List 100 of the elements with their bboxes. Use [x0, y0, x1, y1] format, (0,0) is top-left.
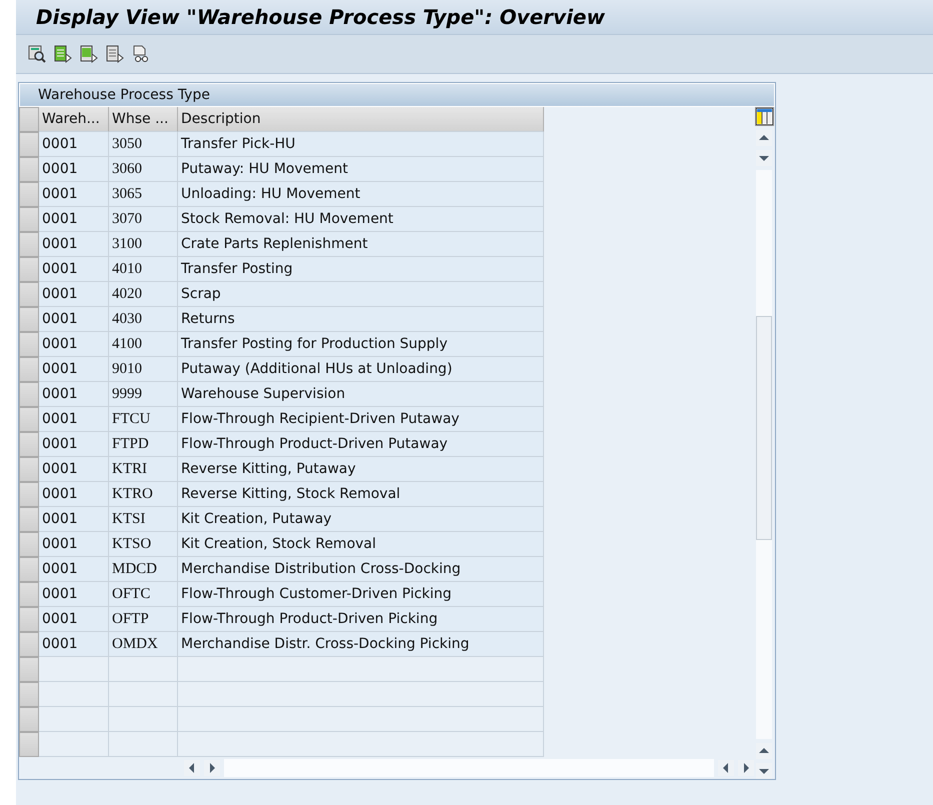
- row-selector[interactable]: [19, 707, 39, 732]
- row-selector[interactable]: [19, 557, 39, 582]
- table-cell: 0001: [39, 407, 109, 432]
- table-cell: Warehouse Supervision: [178, 382, 544, 407]
- table-cell: Merchandise Distr. Cross-Docking Picking: [178, 632, 544, 657]
- table-cell: 3065: [109, 182, 178, 207]
- table-cell: 0001: [39, 357, 109, 382]
- table-cell: Flow-Through Product-Driven Putaway: [178, 432, 544, 457]
- table-cell: 3060: [109, 157, 178, 182]
- table-cell: 4010: [109, 257, 178, 282]
- table-cell: 9999: [109, 382, 178, 407]
- table-cell: Kit Creation, Stock Removal: [178, 532, 544, 557]
- triangle-icon: [189, 763, 194, 773]
- row-selector[interactable]: [19, 357, 39, 382]
- column-header[interactable]: Description: [178, 107, 544, 132]
- table-cell: 0001: [39, 582, 109, 607]
- triangle-icon: [759, 135, 769, 140]
- table-cell: 0001: [39, 332, 109, 357]
- table-cell: OFTP: [109, 607, 178, 632]
- scroll-left-button[interactable]: [184, 760, 200, 776]
- row-selector[interactable]: [19, 182, 39, 207]
- scroll-thumb[interactable]: [756, 316, 772, 540]
- toolbar-button[interactable]: [54, 44, 73, 64]
- table-cell: Stock Removal: HU Movement: [178, 207, 544, 232]
- table-cell: 0001: [39, 257, 109, 282]
- scroll-down-button[interactable]: [756, 763, 772, 779]
- table-cell: 0001: [39, 157, 109, 182]
- table-cell: KTSI: [109, 507, 178, 532]
- table-cell: 0001: [39, 482, 109, 507]
- row-selector[interactable]: [19, 482, 39, 507]
- select-all-handle[interactable]: [19, 107, 39, 132]
- row-selector[interactable]: [19, 582, 39, 607]
- table-cell: Kit Creation, Putaway: [178, 507, 544, 532]
- scroll-right-button[interactable]: [738, 760, 754, 776]
- table-cell: 0001: [39, 607, 109, 632]
- column-header[interactable]: Whse ...: [109, 107, 178, 132]
- table-cell: Reverse Kitting, Putaway: [178, 457, 544, 482]
- table-cell: 4020: [109, 282, 178, 307]
- table-cell: 0001: [39, 532, 109, 557]
- row-selector[interactable]: [19, 432, 39, 457]
- row-selector[interactable]: [19, 732, 39, 757]
- table-cell: 0001: [39, 382, 109, 407]
- table-cell: 4030: [109, 307, 178, 332]
- row-selector[interactable]: [19, 632, 39, 657]
- toolbar-button[interactable]: [132, 44, 151, 64]
- row-selector[interactable]: [19, 382, 39, 407]
- table-cell: 4100: [109, 332, 178, 357]
- row-selector[interactable]: [19, 657, 39, 682]
- row-selector[interactable]: [19, 332, 39, 357]
- table-cell: Returns: [178, 307, 544, 332]
- select-all-icon: [54, 44, 72, 62]
- table-cell: OFTC: [109, 582, 178, 607]
- table-cell: 0001: [39, 282, 109, 307]
- toolbar-button[interactable]: [106, 44, 125, 64]
- row-selector[interactable]: [19, 682, 39, 707]
- table-cell: Transfer Pick-HU: [178, 132, 544, 157]
- column-header[interactable]: Wareh...: [39, 107, 109, 132]
- table-cell: 0001: [39, 232, 109, 257]
- table-cell: Crate Parts Replenishment: [178, 232, 544, 257]
- table-cell: Reverse Kitting, Stock Removal: [178, 482, 544, 507]
- toolbar-button[interactable]: [80, 44, 99, 64]
- row-selector[interactable]: [19, 257, 39, 282]
- glasses-icon: [132, 44, 150, 62]
- search-icon: [28, 44, 46, 62]
- table-cell: 3070: [109, 207, 178, 232]
- scroll-up-button[interactable]: [756, 743, 772, 759]
- table-cell: 3050: [109, 132, 178, 157]
- table-cell: OMDX: [109, 632, 178, 657]
- row-selector[interactable]: [19, 232, 39, 257]
- layout-icon[interactable]: [754, 107, 774, 126]
- row-selector[interactable]: [19, 207, 39, 232]
- row-selector[interactable]: [19, 132, 39, 157]
- row-selector[interactable]: [19, 507, 39, 532]
- row-selector[interactable]: [19, 457, 39, 482]
- vertical-scrollbar[interactable]: [756, 170, 772, 739]
- triangle-icon: [759, 156, 769, 161]
- window-title: Display View "Warehouse Process Type": Overview: [36, 5, 605, 29]
- triangle-icon: [210, 763, 215, 773]
- table-cell: Putaway (Additional HUs at Unloading): [178, 357, 544, 382]
- table-cell: 9010: [109, 357, 178, 382]
- toolbar-button[interactable]: [28, 44, 47, 64]
- scroll-up-button[interactable]: [756, 130, 772, 146]
- row-selector[interactable]: [19, 157, 39, 182]
- row-selector[interactable]: [19, 532, 39, 557]
- table-cell: Unloading: HU Movement: [178, 182, 544, 207]
- row-selector[interactable]: [19, 407, 39, 432]
- table-cell: MDCD: [109, 557, 178, 582]
- table-cell: Transfer Posting for Production Supply: [178, 332, 544, 357]
- table-cell: 0001: [39, 507, 109, 532]
- scroll-right-button[interactable]: [204, 760, 220, 776]
- table-cell: 0001: [39, 182, 109, 207]
- table-cell: 0001: [39, 632, 109, 657]
- row-selector[interactable]: [19, 607, 39, 632]
- scroll-left-button[interactable]: [718, 760, 734, 776]
- table-cell: Flow-Through Recipient-Driven Putaway: [178, 407, 544, 432]
- row-selector[interactable]: [19, 307, 39, 332]
- scroll-down-button[interactable]: [756, 150, 772, 166]
- row-selector[interactable]: [19, 282, 39, 307]
- table-cell: Merchandise Distribution Cross-Docking: [178, 557, 544, 582]
- table-cell: Scrap: [178, 282, 544, 307]
